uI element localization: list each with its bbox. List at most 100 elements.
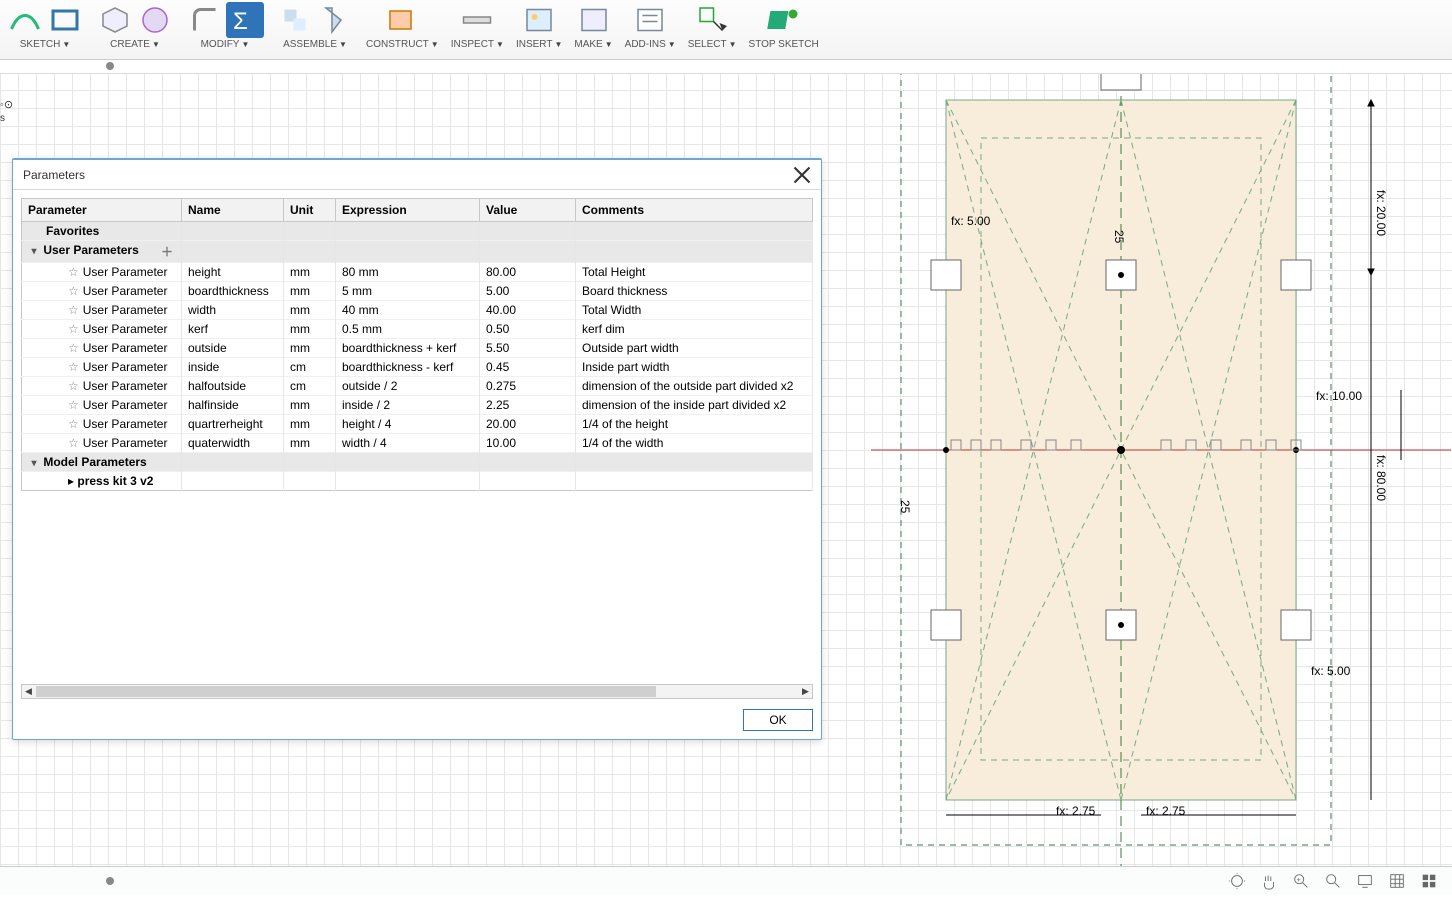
add-parameter-icon[interactable]: ＋ xyxy=(161,243,173,260)
dim-bot-left[interactable]: fx: 2.75 xyxy=(1056,804,1096,818)
orbit-icon[interactable] xyxy=(1224,871,1250,891)
cell-unit[interactable]: mm xyxy=(284,301,336,320)
cell-expression[interactable]: height / 4 xyxy=(336,415,480,434)
inspect-measure-icon[interactable] xyxy=(458,2,496,38)
pan-icon[interactable] xyxy=(1256,871,1282,891)
table-row[interactable]: ☆User Parameterquaterwidthmmwidth / 410.… xyxy=(22,434,813,453)
favorite-star-icon[interactable]: ☆ xyxy=(68,379,79,393)
table-row[interactable]: ☆User Parameterhalfoutsidecmoutside / 20… xyxy=(22,377,813,396)
favorite-star-icon[interactable]: ☆ xyxy=(68,284,79,298)
user-parameters-group-row[interactable]: ▾ User Parameters＋ xyxy=(22,241,813,263)
table-row[interactable]: ☆User Parameterheightmm80 mm80.00Total H… xyxy=(22,263,813,282)
assemble-motion-icon[interactable] xyxy=(316,2,354,38)
table-row[interactable]: ☆User Parameterwidthmm40 mm40.00Total Wi… xyxy=(22,301,813,320)
change-parameters-icon[interactable]: Σ xyxy=(226,2,264,38)
cell-expression[interactable]: 40 mm xyxy=(336,301,480,320)
horizontal-scrollbar[interactable]: ◀ ▶ xyxy=(21,684,813,699)
cell-value[interactable]: 0.275 xyxy=(480,377,576,396)
addins-scripts-icon[interactable] xyxy=(631,2,669,38)
favorite-star-icon[interactable]: ☆ xyxy=(68,360,79,374)
cell-name[interactable]: inside xyxy=(182,358,284,377)
dim-left-5[interactable]: fx: 5.00 xyxy=(951,214,991,228)
cell-comment[interactable]: Outside part width xyxy=(576,339,813,358)
ribbon-label[interactable]: ASSEMBLE▼ xyxy=(283,39,347,50)
cell-value[interactable]: 10.00 xyxy=(480,434,576,453)
cell-value[interactable]: 0.45 xyxy=(480,358,576,377)
create-box-icon[interactable] xyxy=(96,2,134,38)
cell-name[interactable]: halfoutside xyxy=(182,377,284,396)
cell-expression[interactable]: outside / 2 xyxy=(336,377,480,396)
tab-close-indicator-icon[interactable] xyxy=(106,62,114,70)
ribbon-label[interactable]: STOP SKETCH xyxy=(749,39,819,50)
dim-right-full[interactable]: fx: 80.00 xyxy=(1374,455,1388,501)
col-comments[interactable]: Comments xyxy=(576,199,813,222)
cell-expression[interactable]: 80 mm xyxy=(336,263,480,282)
cell-unit[interactable]: mm xyxy=(284,396,336,415)
cell-name[interactable]: outside xyxy=(182,339,284,358)
cell-expression[interactable]: boardthickness - kerf xyxy=(336,358,480,377)
dim-right-upper[interactable]: fx: 20.00 xyxy=(1374,190,1388,236)
ribbon-label[interactable]: CREATE▼ xyxy=(110,39,160,50)
sketch-line-icon[interactable] xyxy=(6,2,44,38)
construct-plane-icon[interactable] xyxy=(383,2,421,38)
grid-settings-icon[interactable] xyxy=(1384,871,1410,891)
cell-unit[interactable]: mm xyxy=(284,339,336,358)
timeline-marker-icon[interactable] xyxy=(106,877,114,885)
cell-unit[interactable]: mm xyxy=(284,434,336,453)
cell-expression[interactable]: boardthickness + kerf xyxy=(336,339,480,358)
favorite-star-icon[interactable]: ☆ xyxy=(68,398,79,412)
dim-right-bot-5[interactable]: fx: 5.00 xyxy=(1311,664,1351,678)
cell-name[interactable]: height xyxy=(182,263,284,282)
col-name[interactable]: Name xyxy=(182,199,284,222)
ribbon-label[interactable]: INSPECT▼ xyxy=(451,39,504,50)
favorite-star-icon[interactable]: ☆ xyxy=(68,303,79,317)
cell-name[interactable]: quartrerheight xyxy=(182,415,284,434)
table-row[interactable]: ☆User Parameterkerfmm0.5 mm0.50kerf dim xyxy=(22,320,813,339)
cell-name[interactable]: kerf xyxy=(182,320,284,339)
cell-unit[interactable]: mm xyxy=(284,282,336,301)
dim-vert25[interactable]: 25 xyxy=(1112,230,1126,244)
assemble-joint-icon[interactable] xyxy=(276,2,314,38)
ribbon-label[interactable]: CONSTRUCT▼ xyxy=(366,39,439,50)
col-value[interactable]: Value xyxy=(480,199,576,222)
col-parameter[interactable]: Parameter xyxy=(22,199,182,222)
dim-right-mid[interactable]: fx: 10.00 xyxy=(1316,389,1362,403)
select-arrow-icon[interactable] xyxy=(693,2,731,38)
cell-value[interactable]: 80.00 xyxy=(480,263,576,282)
cell-expression[interactable]: 5 mm xyxy=(336,282,480,301)
favorite-star-icon[interactable]: ☆ xyxy=(68,417,79,431)
cell-value[interactable]: 0.50 xyxy=(480,320,576,339)
make-3dprint-icon[interactable] xyxy=(575,2,613,38)
ribbon-label[interactable]: SKETCH▼ xyxy=(20,39,70,50)
expand-icon[interactable]: ▸ xyxy=(68,474,74,488)
cell-value[interactable]: 2.25 xyxy=(480,396,576,415)
cell-comment[interactable]: Board thickness xyxy=(576,282,813,301)
cell-unit[interactable]: mm xyxy=(284,320,336,339)
cell-value[interactable]: 20.00 xyxy=(480,415,576,434)
col-unit[interactable]: Unit xyxy=(284,199,336,222)
cell-comment[interactable]: dimension of the inside part divided x2 xyxy=(576,396,813,415)
favorite-star-icon[interactable]: ☆ xyxy=(68,265,79,279)
cell-comment[interactable]: dimension of the outside part divided x2 xyxy=(576,377,813,396)
stop-sketch-icon[interactable] xyxy=(765,2,803,38)
cell-comment[interactable]: Inside part width xyxy=(576,358,813,377)
cell-value[interactable]: 5.00 xyxy=(480,282,576,301)
display-settings-icon[interactable] xyxy=(1352,871,1378,891)
cell-unit[interactable]: cm xyxy=(284,358,336,377)
cell-value[interactable]: 5.50 xyxy=(480,339,576,358)
table-row[interactable]: ☆User Parameterquartrerheightmmheight / … xyxy=(22,415,813,434)
model-child-row[interactable]: ▸ press kit 3 v2 xyxy=(22,472,813,491)
dim-bot-right[interactable]: fx: 2.75 xyxy=(1146,804,1186,818)
zoom-fit-icon[interactable] xyxy=(1320,871,1346,891)
cell-name[interactable]: width xyxy=(182,301,284,320)
cell-unit[interactable]: mm xyxy=(284,263,336,282)
cell-expression[interactable]: 0.5 mm xyxy=(336,320,480,339)
cell-unit[interactable]: cm xyxy=(284,377,336,396)
insert-decal-icon[interactable] xyxy=(520,2,558,38)
ribbon-label[interactable]: MAKE▼ xyxy=(574,39,612,50)
table-row[interactable]: ☆User Parameterinsidecmboardthickness - … xyxy=(22,358,813,377)
ribbon-label[interactable]: MODIFY▼ xyxy=(201,39,250,50)
ok-button[interactable]: OK xyxy=(743,709,813,731)
cell-expression[interactable]: inside / 2 xyxy=(336,396,480,415)
scroll-thumb[interactable] xyxy=(36,686,656,697)
